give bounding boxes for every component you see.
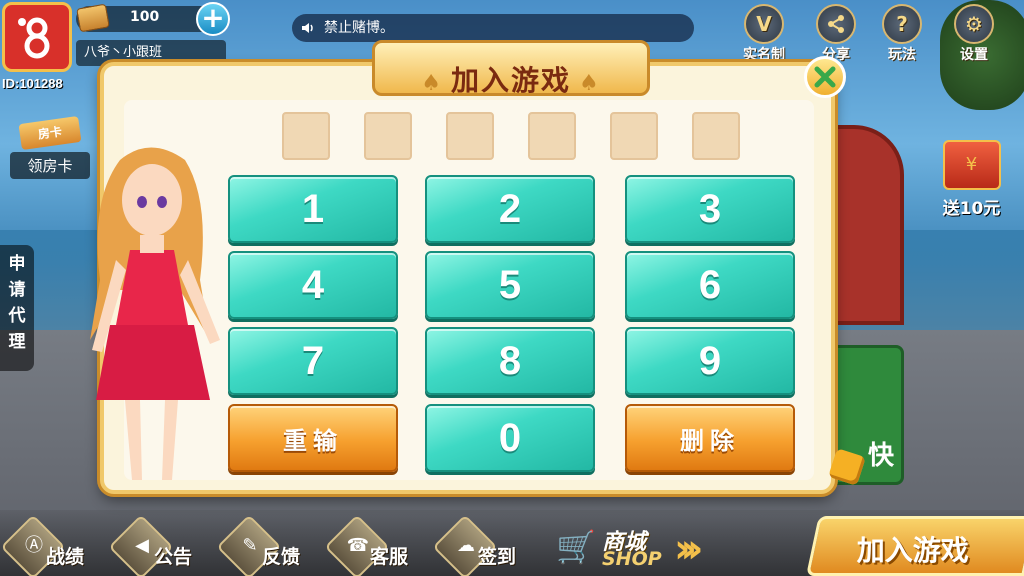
room-digit-5 — [610, 112, 658, 160]
key-3[interactable]: 3 — [625, 175, 795, 243]
close-icon — [814, 66, 836, 88]
checkin-icon: ☁ — [457, 535, 475, 556]
key-0[interactable]: 0 — [425, 404, 595, 472]
key-2[interactable]: 2 — [425, 175, 595, 243]
cart-icon: 🛒 — [556, 528, 596, 566]
record-label: 战绩 — [46, 546, 85, 568]
dialog-title-text: 加入游戏 — [450, 64, 571, 97]
arrows-icon: ››› — [674, 526, 704, 572]
background-quick-start-text: 快 — [867, 441, 894, 471]
help-icon: ? — [882, 4, 922, 44]
speaker-icon — [302, 23, 313, 33]
realname-label: 实名制 — [743, 47, 785, 63]
key-5[interactable]: 5 — [425, 251, 595, 319]
red-packet-button[interactable]: ¥ 送10元 — [924, 140, 1019, 230]
key-9[interactable]: 9 — [625, 327, 795, 395]
gear-icon: ⚙ — [954, 4, 994, 44]
room-card-count: 100 — [130, 9, 160, 25]
user-id: ID:101288 — [2, 76, 63, 91]
spade-icon: ♠ — [421, 71, 443, 96]
room-digit-6 — [692, 112, 740, 160]
shop-button[interactable]: 🛒 商城 SHOP ››› — [556, 520, 756, 576]
announcement-icon: ◀ — [135, 535, 149, 556]
room-digit-2 — [364, 112, 412, 160]
red-packet-icon: ¥ — [942, 140, 1001, 190]
customer-service-icon: ☎ — [346, 535, 370, 556]
record-icon: Ⓐ — [25, 535, 43, 556]
logo-icon — [18, 17, 50, 59]
delete-button[interactable]: 删除 — [625, 404, 795, 472]
announcement-button[interactable]: ◀ 公告 — [108, 514, 222, 576]
character-illustration — [90, 147, 220, 480]
feedback-label: 反馈 — [262, 546, 301, 568]
feedback-button[interactable]: ✎ 反馈 — [216, 514, 330, 576]
help-label: 玩法 — [888, 47, 916, 63]
spade-icon: ♠ — [579, 71, 601, 96]
close-button[interactable] — [804, 56, 846, 98]
join-game-label: 加入游戏 — [856, 534, 969, 567]
settings-button[interactable]: ⚙ 设置 — [944, 4, 1004, 64]
customer-service-button[interactable]: ☎ 客服 — [324, 514, 438, 576]
feedback-icon: ✎ — [242, 535, 258, 556]
share-icon — [816, 4, 856, 44]
apply-agent-label: 申请代理 — [8, 254, 26, 352]
room-card-icon — [76, 3, 110, 33]
key-1[interactable]: 1 — [228, 175, 398, 243]
notice-text: 禁止赌博。 — [324, 20, 394, 36]
notice-bar: 禁止赌博。 — [292, 14, 694, 42]
dialog-title: ♠ 加入游戏 ♠ — [372, 40, 650, 97]
key-4[interactable]: 4 — [228, 251, 398, 319]
checkin-button[interactable]: ☁ 签到 — [432, 514, 546, 576]
apply-agent-button[interactable]: 申请代理 — [0, 245, 34, 371]
vip-icon: V — [744, 4, 784, 44]
room-digit-3 — [446, 112, 494, 160]
help-button[interactable]: ? 玩法 — [872, 4, 932, 64]
join-game-button[interactable]: 加入游戏 — [806, 516, 1024, 576]
settings-label: 设置 — [960, 47, 988, 63]
room-digit-1 — [282, 112, 330, 160]
red-packet-label: 送10元 — [942, 199, 1001, 219]
add-room-card-button[interactable]: + — [196, 2, 230, 36]
customer-service-label: 客服 — [370, 546, 409, 568]
share-button[interactable]: 分享 — [806, 4, 866, 64]
key-6[interactable]: 6 — [625, 251, 795, 319]
key-8[interactable]: 8 — [425, 327, 595, 395]
announcement-label: 公告 — [154, 546, 193, 568]
room-digit-4 — [528, 112, 576, 160]
reset-button[interactable]: 重输 — [228, 404, 398, 472]
realname-button[interactable]: V 实名制 — [734, 4, 794, 64]
record-button[interactable]: Ⓐ 战绩 — [0, 514, 114, 576]
shop-label-en: SHOP — [602, 548, 662, 570]
checkin-label: 签到 — [478, 546, 517, 568]
avatar[interactable] — [2, 2, 72, 72]
key-7[interactable]: 7 — [228, 327, 398, 395]
